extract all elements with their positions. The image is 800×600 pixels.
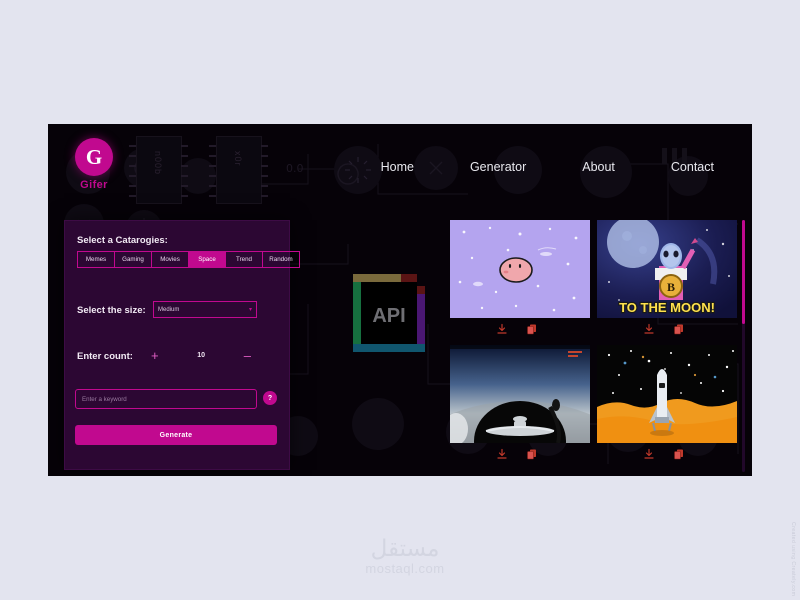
size-select-value: Medium <box>158 306 180 313</box>
download-icon[interactable] <box>496 322 508 340</box>
category-pill-memes[interactable]: Memes <box>77 251 115 268</box>
nav-item-about[interactable]: About <box>554 160 643 174</box>
header-bar: G Gifer Home Generator About Contact <box>48 124 752 196</box>
side-credit-text: Created using Creately.com <box>790 522 796 597</box>
copy-icon[interactable] <box>673 447 685 465</box>
category-pill-gaming[interactable]: Gaming <box>114 251 152 268</box>
category-pill-trend[interactable]: Trend <box>225 251 263 268</box>
download-icon[interactable] <box>643 447 655 465</box>
download-icon[interactable] <box>643 322 655 340</box>
category-pill-random[interactable]: Random <box>262 251 300 268</box>
gif-thumbnail-to-the-moon[interactable]: B TO THE MOON! <box>597 220 737 318</box>
gallery-scrollbar-thumb[interactable] <box>742 220 745 324</box>
gif-thumbnail-spacecraft-earth[interactable] <box>450 345 590 443</box>
logo-letter: G <box>85 144 103 169</box>
card-actions <box>450 443 590 465</box>
nav-item-home[interactable]: Home <box>353 160 442 174</box>
logo-mark-icon: G <box>75 138 113 176</box>
count-increment-button[interactable]: + <box>151 349 159 362</box>
category-pill-space[interactable]: Space <box>188 251 226 268</box>
gallery-card[interactable] <box>450 345 590 465</box>
copy-icon[interactable] <box>673 322 685 340</box>
size-select[interactable]: Medium ▾ <box>153 301 257 318</box>
brand-logo[interactable]: G Gifer <box>62 138 126 191</box>
count-stepper: + 10 – <box>151 347 251 363</box>
main-navigation: Home Generator About Contact <box>353 160 742 174</box>
generate-button[interactable]: Generate <box>75 425 277 445</box>
category-pill-movies[interactable]: Movies <box>151 251 189 268</box>
size-label: Select the size: <box>77 305 146 316</box>
category-label: Select a Catarogies: <box>77 235 168 246</box>
count-decrement-button[interactable]: – <box>244 349 251 362</box>
gallery-card[interactable] <box>450 220 590 340</box>
copy-icon[interactable] <box>526 447 538 465</box>
watermark-arabic: مستقل <box>370 536 440 562</box>
category-button-group: Memes Gaming Movies Space Trend Random <box>77 251 300 268</box>
gif-thumbnail-kirby-in-space[interactable] <box>450 220 590 318</box>
gif-caption: TO THE MOON! <box>619 300 715 315</box>
card-actions <box>597 443 737 465</box>
api-placeholder-graphic: API <box>345 272 445 360</box>
count-value: 10 <box>197 351 206 359</box>
card-actions <box>450 318 590 340</box>
count-label: Enter count: <box>77 351 133 362</box>
generator-control-panel: Select a Catarogies: Memes Gaming Movies… <box>64 220 300 470</box>
svg-text:B: B <box>667 280 675 294</box>
app-window: 0.0 n00b x0r G Gifer Home Generator Abou… <box>48 124 752 476</box>
gallery-card[interactable]: B TO THE MOON! <box>597 220 737 340</box>
api-placeholder-label: API <box>372 305 405 327</box>
results-gallery: B TO THE MOON! <box>450 220 745 472</box>
watermark-latin: mostaql.com <box>365 561 445 576</box>
card-actions <box>597 318 737 340</box>
download-icon[interactable] <box>496 447 508 465</box>
brand-name: Gifer <box>80 179 108 191</box>
nav-item-generator[interactable]: Generator <box>442 160 554 174</box>
copy-icon[interactable] <box>526 322 538 340</box>
nav-item-contact[interactable]: Contact <box>643 160 742 174</box>
page-watermark: مستقل mostaql.com <box>330 536 480 576</box>
gallery-card[interactable] <box>597 345 737 465</box>
keyword-input[interactable]: Enter a keyword <box>75 389 257 409</box>
keyword-placeholder: Enter a keyword <box>82 395 127 403</box>
help-icon[interactable]: ? <box>263 391 277 405</box>
gallery-scrollbar-track[interactable] <box>742 220 745 472</box>
chevron-down-icon: ▾ <box>248 307 252 313</box>
gif-thumbnail-rocket-on-mars[interactable] <box>597 345 737 443</box>
